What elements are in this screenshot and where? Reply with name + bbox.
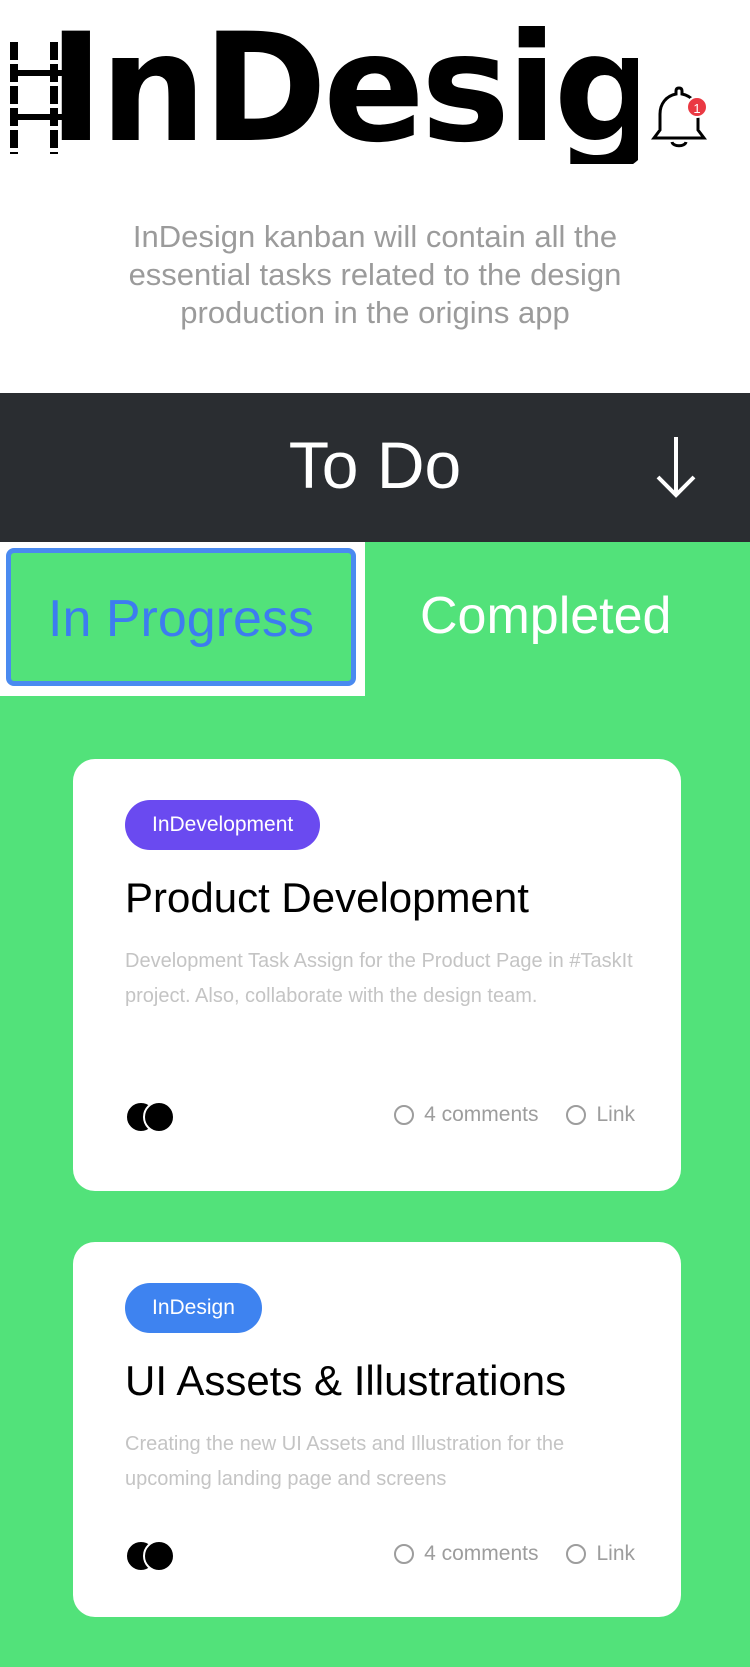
tab-in-progress-container: In Progress (0, 542, 365, 696)
assignee-avatars (125, 1538, 185, 1574)
assignee-avatars (125, 1099, 185, 1135)
link-button[interactable]: Link (566, 1542, 635, 1566)
tab-completed[interactable]: Completed (420, 586, 720, 646)
tab-in-progress[interactable]: In Progress (6, 548, 356, 686)
tab-in-progress-label: In Progress (48, 590, 314, 648)
link-icon (566, 1105, 587, 1125)
todo-label: To Do (288, 428, 462, 502)
comments-count: 4 comments (424, 1542, 539, 1565)
task-card[interactable]: InDevelopment Product Development Develo… (73, 759, 681, 1191)
avatar (143, 1540, 175, 1572)
todo-section-header[interactable]: To Do (0, 393, 750, 542)
task-card[interactable]: InDesign UI Assets & Illustrations Creat… (73, 1242, 681, 1617)
link-icon (566, 1544, 587, 1564)
comments-link[interactable]: 4 comments (394, 1542, 538, 1566)
task-footer: 4 comments Link (125, 1538, 635, 1574)
comment-icon (394, 1105, 415, 1125)
comments-link[interactable]: 4 comments (394, 1103, 538, 1127)
task-title: Product Development (125, 874, 529, 921)
task-description: Development Task Assign for the Product … (125, 950, 633, 1007)
avatar (143, 1101, 175, 1133)
brand-title: InDesign (48, 14, 638, 164)
link-button[interactable]: Link (566, 1103, 635, 1127)
task-footer: 4 comments Link (125, 1099, 635, 1135)
task-tag[interactable]: InDevelopment (125, 800, 321, 850)
link-label: Link (596, 1103, 635, 1126)
comment-icon (394, 1544, 415, 1564)
kanban-board: In Progress Completed InDevelopment Prod… (0, 542, 750, 1667)
comments-count: 4 comments (424, 1103, 539, 1126)
link-label: Link (596, 1542, 635, 1565)
header: InDesign 1 InDesign kanban will contain … (0, 0, 750, 393)
arrow-down-icon[interactable] (652, 435, 700, 499)
notification-badge: 1 (686, 96, 708, 118)
task-description: Creating the new UI Assets and Illustrat… (125, 1433, 565, 1490)
notification-button[interactable]: 1 (646, 80, 712, 150)
task-title: UI Assets & Illustrations (125, 1357, 567, 1404)
tagline: InDesign kanban will contain all the ess… (128, 219, 622, 330)
task-tag[interactable]: InDesign (125, 1283, 262, 1333)
